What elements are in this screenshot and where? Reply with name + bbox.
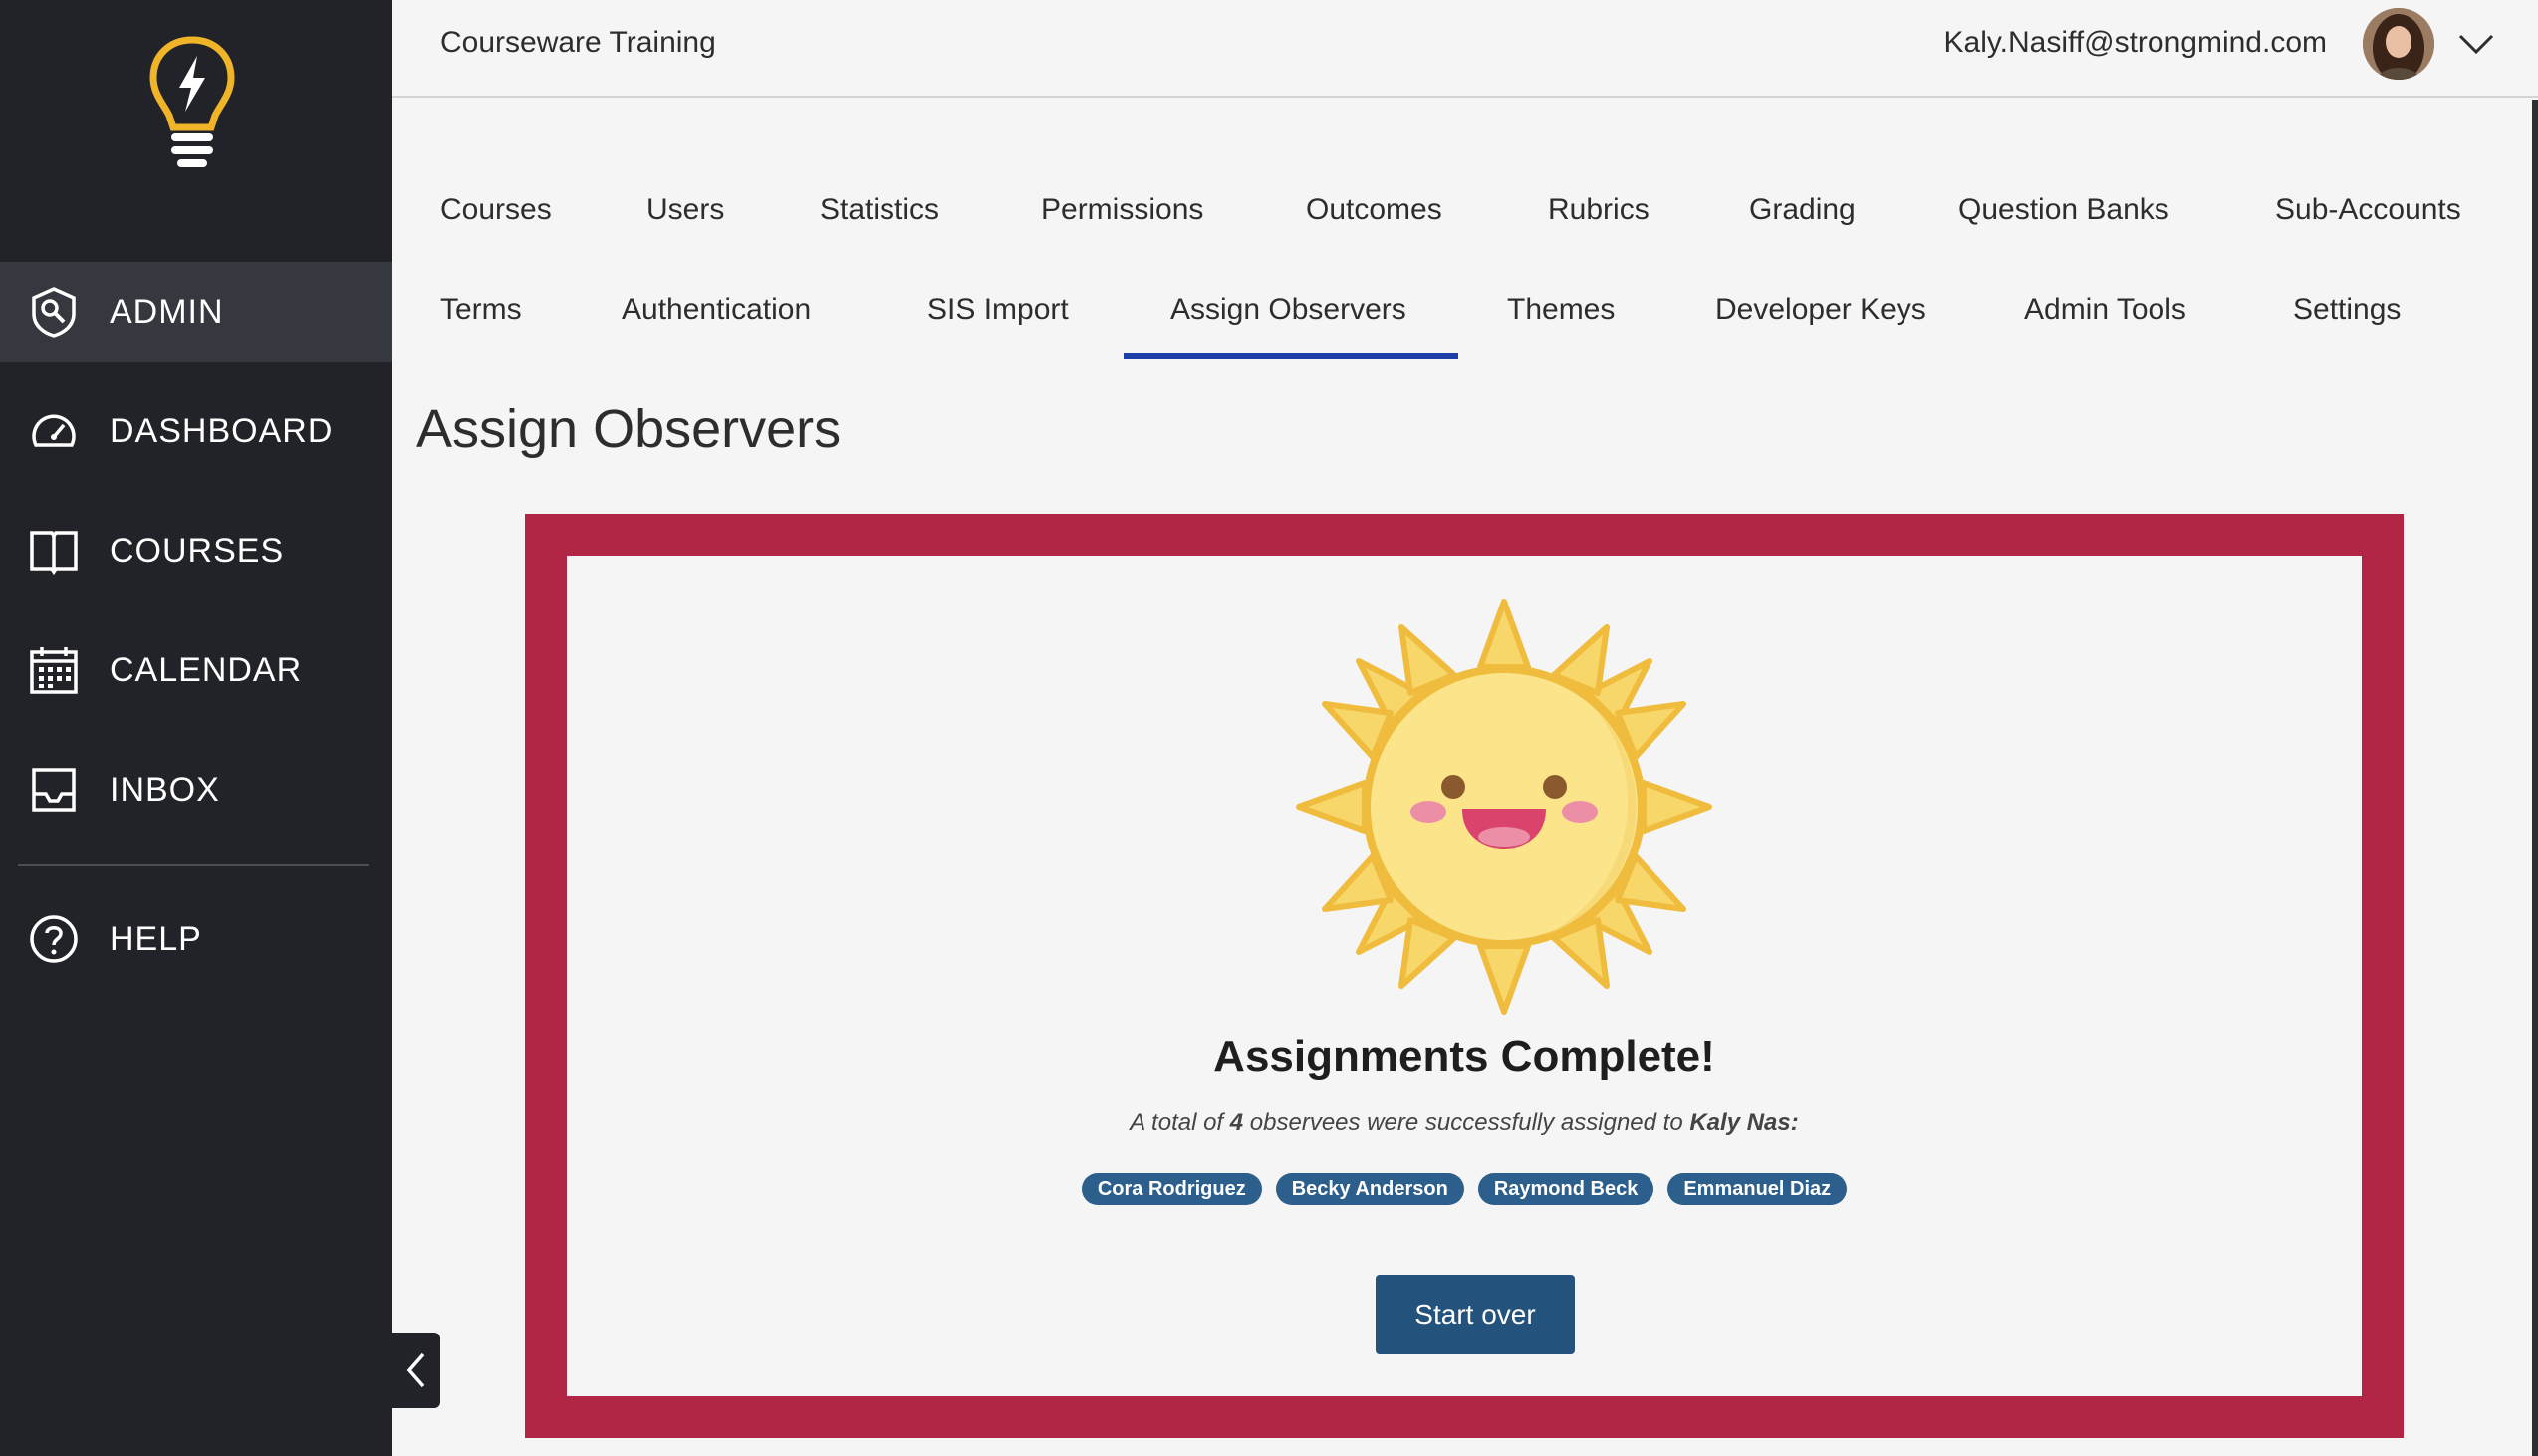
chevron-left-icon	[406, 1352, 425, 1388]
sidebar-item-calendar[interactable]: CALENDAR	[0, 620, 392, 720]
observee-pill: Cora Rodriguez	[1081, 1173, 1262, 1205]
tab-users[interactable]: Users	[646, 193, 724, 227]
sidebar-item-label: INBOX	[110, 770, 220, 809]
assignment-summary: A total of 4 observees were successfully…	[567, 1109, 2362, 1137]
tab-settings[interactable]: Settings	[2293, 293, 2401, 327]
observee-pill: Raymond Beck	[1477, 1173, 1654, 1205]
tab-question-banks[interactable]: Question Banks	[1958, 193, 2169, 227]
sidebar-item-admin[interactable]: ADMIN	[0, 262, 392, 362]
page-title: Assign Observers	[416, 399, 842, 459]
tab-statistics[interactable]: Statistics	[820, 193, 939, 227]
top-bar: Courseware Training Kaly.Nasiff@strongmi…	[392, 0, 2538, 98]
tab-courses[interactable]: Courses	[440, 193, 552, 227]
result-card: Assignments Complete! A total of 4 obser…	[567, 556, 2362, 1396]
sidebar: ADMIN DASHBOARD COURSES CALENDAR INBOX H…	[0, 0, 392, 1456]
inbox-icon	[28, 764, 80, 816]
calendar-icon	[28, 644, 80, 696]
sidebar-item-label: ADMIN	[110, 292, 224, 331]
observee-pill: Becky Anderson	[1275, 1173, 1464, 1205]
observee-count: 4	[1229, 1109, 1244, 1136]
tab-admin-tools[interactable]: Admin Tools	[2024, 293, 2186, 327]
tab-sis-import[interactable]: SIS Import	[927, 293, 1069, 327]
collapse-sidebar-button[interactable]	[392, 1333, 440, 1408]
tab-themes[interactable]: Themes	[1507, 293, 1615, 327]
tab-outcomes[interactable]: Outcomes	[1306, 193, 1442, 227]
sidebar-item-label: DASHBOARD	[110, 411, 334, 450]
summary-prefix: A total of	[1130, 1109, 1230, 1136]
user-email: Kaly.Nasiff@strongmind.com	[1943, 26, 2327, 59]
observee-list: Cora Rodriguez Becky Anderson Raymond Be…	[567, 1173, 2362, 1205]
tab-assign-observers[interactable]: Assign Observers	[1170, 293, 1406, 327]
sidebar-item-courses[interactable]: COURSES	[0, 501, 392, 601]
tab-rubrics[interactable]: Rubrics	[1548, 193, 1650, 227]
sidebar-item-label: COURSES	[110, 531, 285, 570]
assignments-complete-heading: Assignments Complete!	[1213, 1032, 1715, 1081]
sidebar-divider	[18, 864, 369, 866]
sidebar-item-label: HELP	[110, 919, 202, 958]
tab-permissions[interactable]: Permissions	[1041, 193, 1203, 227]
chevron-down-icon[interactable]	[2454, 22, 2498, 66]
active-tab-indicator	[1124, 353, 1458, 359]
sidebar-item-label: CALENDAR	[110, 650, 303, 689]
avatar[interactable]	[2363, 8, 2434, 80]
tab-developer-keys[interactable]: Developer Keys	[1715, 293, 1926, 327]
lightbulb-logo-icon[interactable]	[147, 36, 237, 171]
book-icon	[28, 525, 80, 577]
admin-shield-icon	[28, 286, 80, 338]
sidebar-item-dashboard[interactable]: DASHBOARD	[0, 381, 392, 481]
org-name: Courseware Training	[440, 26, 716, 59]
sidebar-item-inbox[interactable]: INBOX	[0, 740, 392, 840]
speedometer-icon	[28, 405, 80, 457]
happy-sun-icon	[1296, 599, 1712, 1015]
tab-grading[interactable]: Grading	[1749, 193, 1856, 227]
tab-sub-accounts[interactable]: Sub-Accounts	[2275, 193, 2461, 227]
sidebar-item-help[interactable]: HELP	[0, 889, 392, 989]
help-icon	[28, 913, 80, 965]
start-over-button[interactable]: Start over	[1376, 1275, 1575, 1354]
summary-middle: observees were successfully assigned to	[1243, 1109, 1690, 1136]
result-frame: Assignments Complete! A total of 4 obser…	[525, 514, 2404, 1438]
observee-pill: Emmanuel Diaz	[1667, 1173, 1848, 1205]
scrollbar[interactable]	[2532, 100, 2538, 1456]
tab-terms[interactable]: Terms	[440, 293, 522, 327]
tab-authentication[interactable]: Authentication	[622, 293, 811, 327]
observer-name: Kaly Nas:	[1689, 1109, 1799, 1136]
